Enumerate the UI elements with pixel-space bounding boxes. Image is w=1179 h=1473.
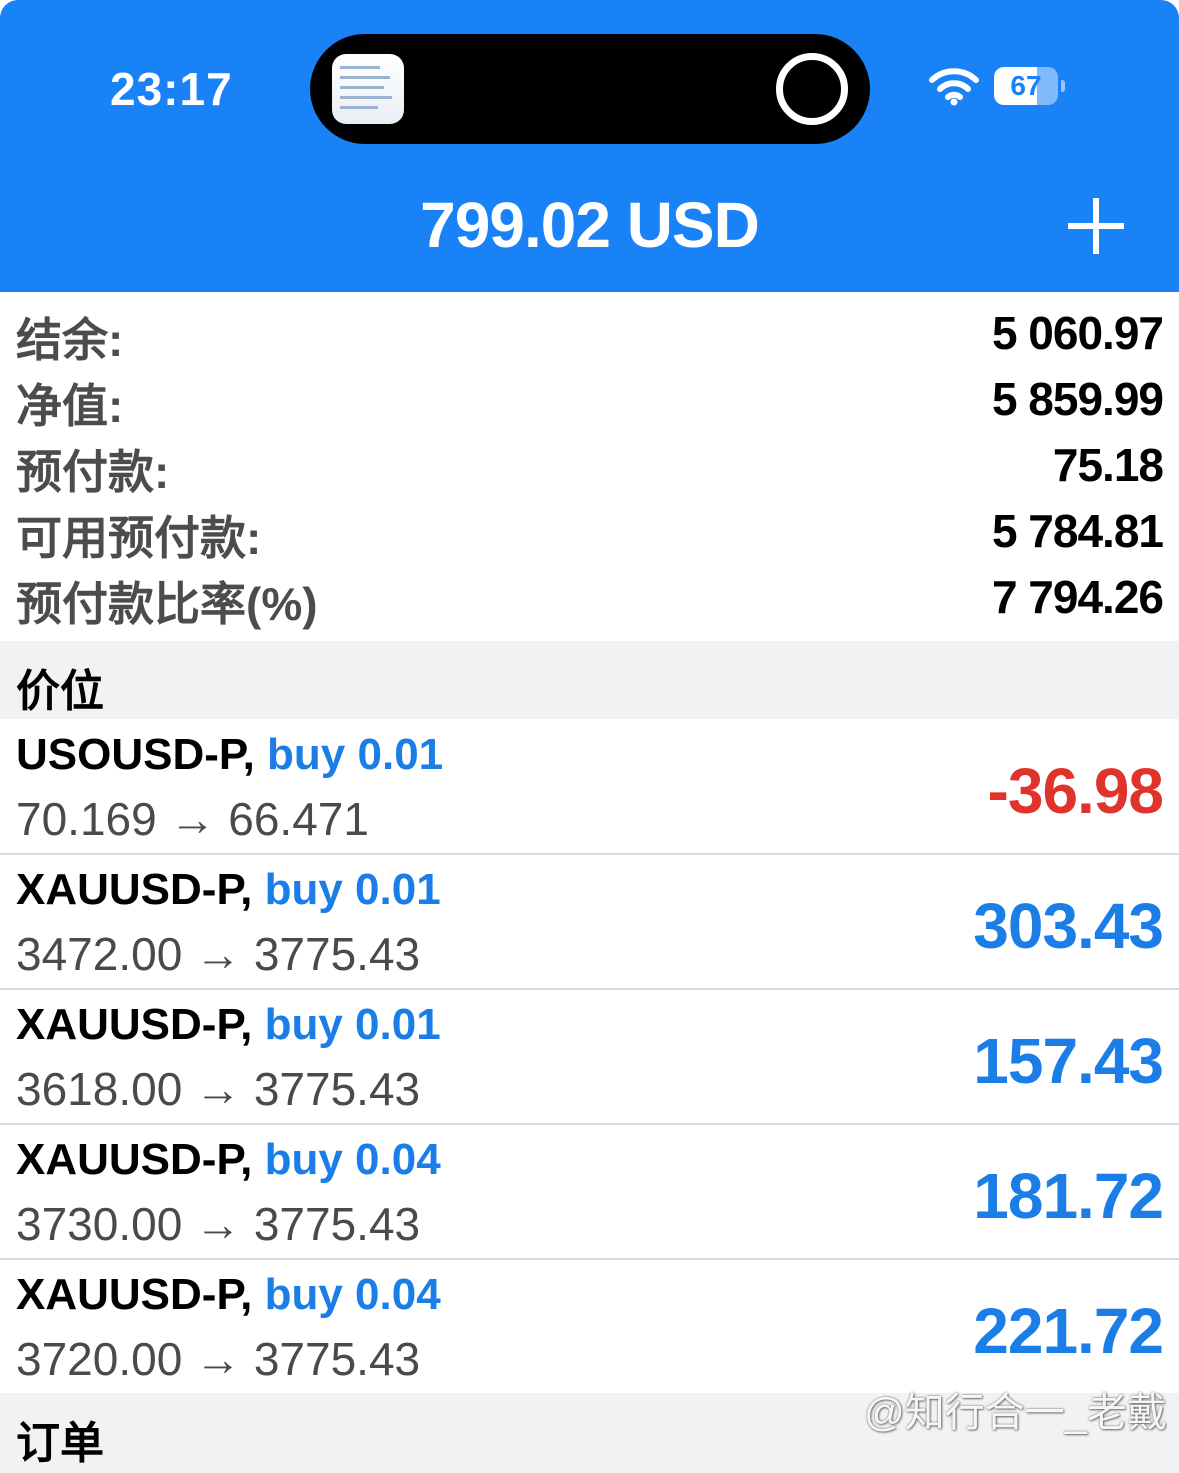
summary-row-margin: 预付款: 75.18: [0, 428, 1179, 498]
account-summary: 结余: 5 060.97 净值: 5 859.99 预付款: 75.18 可用预…: [0, 296, 1179, 630]
watermark: @知行合一_老戴: [864, 1391, 1167, 1435]
position-profit: 303.43: [973, 890, 1164, 962]
position-prices: 3472.00 → 3775.43: [16, 928, 421, 980]
position-prices: 3618.00 → 3775.43: [16, 1063, 421, 1115]
position-profit: -36.98: [987, 755, 1164, 827]
positions-section-header: 价位: [0, 641, 1179, 719]
summary-label: 预付款:: [16, 446, 170, 498]
summary-label: 结余:: [16, 314, 124, 366]
position-row[interactable]: USOUSD-P, buy 0.01 70.169 → 66.471 -36.9…: [0, 720, 1179, 855]
summary-row-equity: 净值: 5 859.99: [0, 362, 1179, 432]
page-title: 799.02 USD: [420, 189, 760, 261]
app-thumbnail-icon: [332, 54, 404, 124]
section-title: 价位: [16, 667, 104, 716]
position-row[interactable]: XAUUSD-P, buy 0.04 3730.00 → 3775.43 181…: [0, 1125, 1179, 1260]
position-side: buy 0.01: [267, 730, 444, 779]
position-profit: 157.43: [973, 1025, 1164, 1097]
position-symbol: XAUUSD-P,: [16, 1135, 253, 1184]
wifi-icon: [929, 68, 979, 106]
summary-value: 75.18: [1052, 439, 1164, 491]
position-prices: 3720.00 → 3775.43: [16, 1333, 421, 1385]
position-prices: 3730.00 → 3775.43: [16, 1198, 421, 1250]
summary-label: 预付款比率(%): [16, 578, 318, 630]
positions-list: USOUSD-P, buy 0.01 70.169 → 66.471 -36.9…: [0, 720, 1179, 1395]
summary-row-margin-level: 预付款比率(%) 7 794.26: [0, 560, 1179, 630]
position-symbol: USOUSD-P,: [16, 730, 255, 779]
position-row[interactable]: XAUUSD-P, buy 0.04 3720.00 → 3775.43 221…: [0, 1260, 1179, 1395]
summary-label: 净值:: [16, 380, 124, 432]
activity-ring-icon: [776, 53, 848, 125]
battery-icon: 67: [994, 67, 1065, 107]
position-prices: 70.169 → 66.471: [16, 793, 369, 845]
position-profit: 221.72: [973, 1295, 1164, 1367]
section-title: 订单: [16, 1419, 104, 1468]
app-header: 23:17 67 799.02 USD: [0, 0, 1179, 292]
summary-value: 5 859.99: [991, 373, 1164, 425]
position-side: buy 0.04: [264, 1135, 441, 1184]
position-profit: 181.72: [973, 1160, 1164, 1232]
add-icon[interactable]: [1066, 196, 1126, 256]
position-side: buy 0.01: [264, 865, 441, 914]
battery-level: 67: [1010, 70, 1042, 101]
summary-value: 7 794.26: [991, 571, 1164, 623]
position-symbol: XAUUSD-P,: [16, 1000, 253, 1049]
position-row[interactable]: XAUUSD-P, buy 0.01 3618.00 → 3775.43 157…: [0, 990, 1179, 1125]
summary-label: 可用预付款:: [16, 512, 262, 564]
position-side: buy 0.01: [264, 1000, 441, 1049]
summary-row-free-margin: 可用预付款: 5 784.81: [0, 494, 1179, 564]
position-side: buy 0.04: [264, 1270, 441, 1319]
position-row[interactable]: XAUUSD-P, buy 0.01 3472.00 → 3775.43 303…: [0, 855, 1179, 990]
summary-row-balance: 结余: 5 060.97: [0, 296, 1179, 366]
status-time: 23:17: [110, 63, 233, 115]
position-symbol: XAUUSD-P,: [16, 1270, 253, 1319]
summary-value: 5 060.97: [991, 307, 1164, 359]
dynamic-island: [310, 34, 870, 144]
summary-value: 5 784.81: [991, 505, 1164, 557]
position-symbol: XAUUSD-P,: [16, 865, 253, 914]
